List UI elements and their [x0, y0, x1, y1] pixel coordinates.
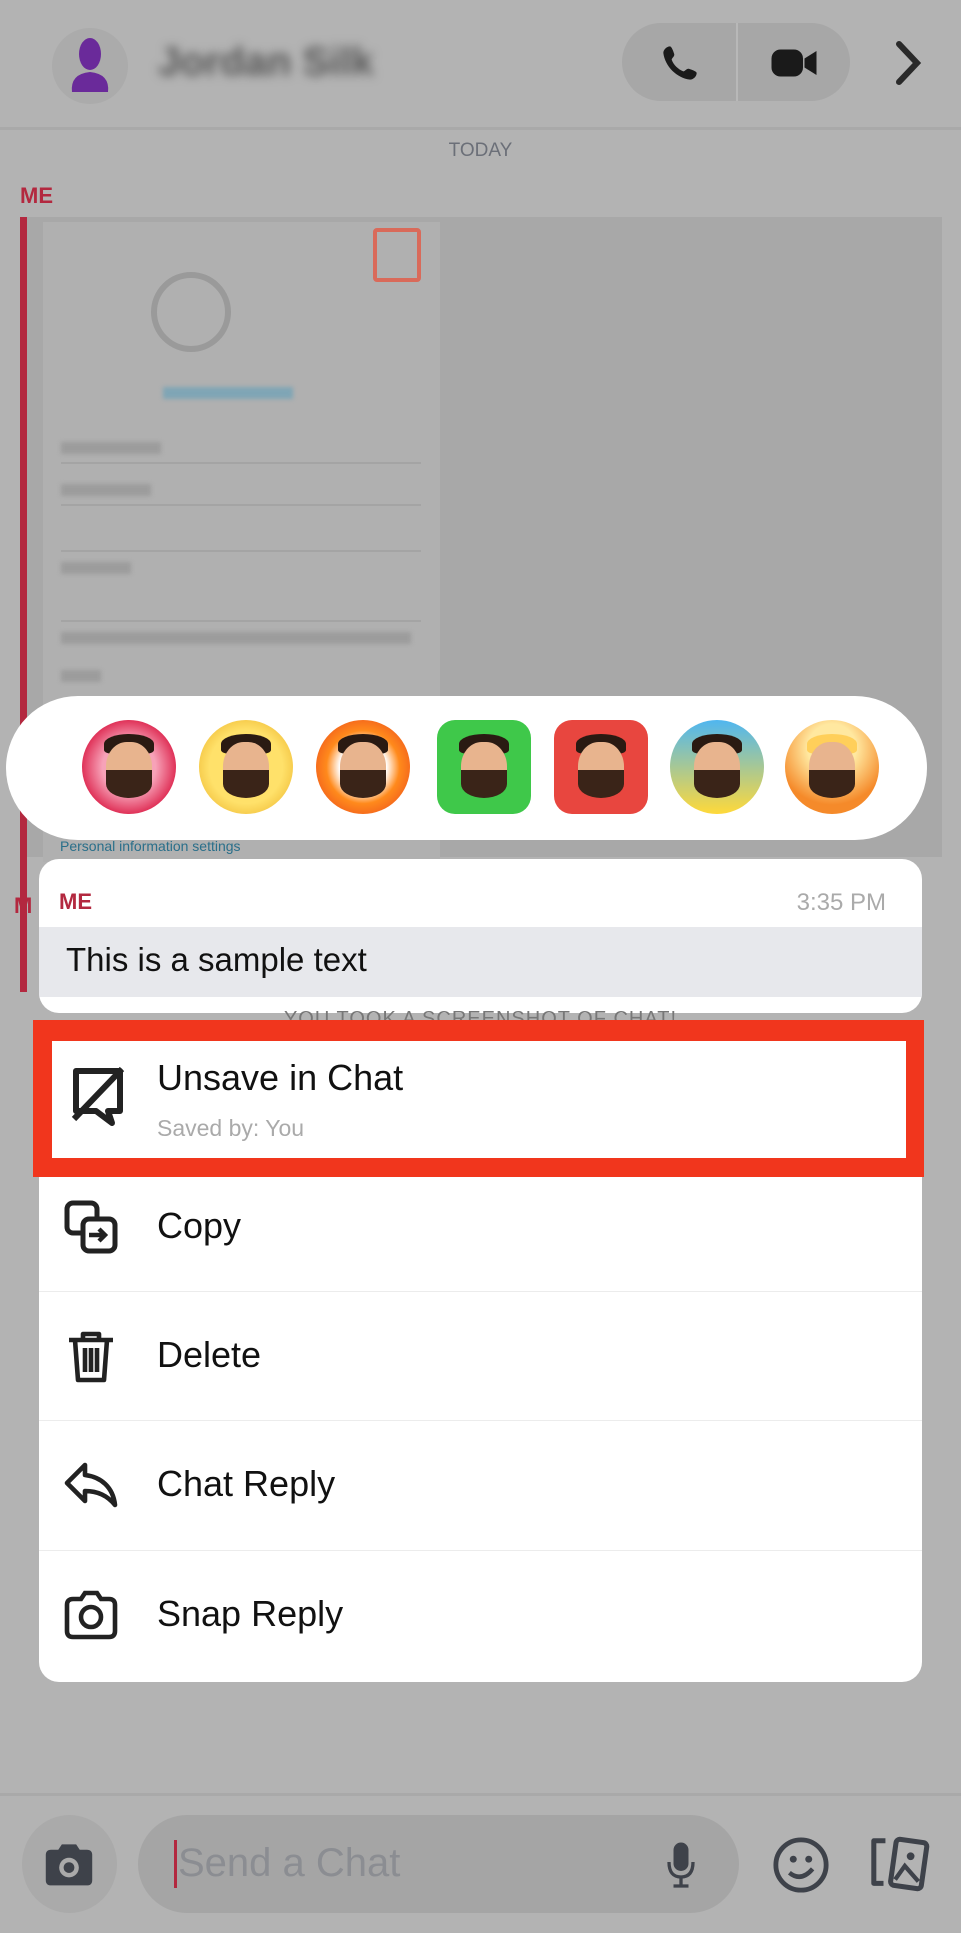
menu-item-delete[interactable]: Delete [39, 1291, 922, 1420]
chat-input-placeholder: Send a Chat [178, 1841, 401, 1885]
chat-input[interactable]: Send a Chat [138, 1815, 739, 1913]
divider [0, 1793, 961, 1796]
date-label: TODAY [448, 140, 513, 161]
menu-item-copy[interactable]: Copy [39, 1163, 922, 1292]
avatar[interactable] [52, 28, 128, 104]
message-time: 3:35 PM [796, 889, 886, 916]
emoji-icon[interactable] [772, 1836, 830, 1894]
contact-name[interactable]: Jordan Silk [158, 40, 374, 85]
call-buttons [622, 23, 850, 101]
reaction-fire[interactable] [316, 720, 410, 814]
message-text: This is a sample text [66, 941, 367, 978]
screenshot-caption: Personal information settings [60, 838, 241, 854]
copy-icon [64, 1200, 118, 1254]
menu-item-snap-reply[interactable]: Snap Reply [39, 1550, 922, 1679]
message-body: This is a sample text [39, 927, 922, 997]
reaction-crying[interactable] [670, 720, 764, 814]
sender-label: ME [20, 183, 53, 208]
reaction-mind-blown[interactable] [785, 720, 879, 814]
microphone-icon[interactable] [666, 1841, 696, 1889]
delete-label: Delete [157, 1334, 262, 1375]
unsave-icon [71, 1066, 125, 1126]
phone-icon[interactable] [660, 43, 700, 83]
reaction-heart[interactable] [82, 720, 176, 814]
reaction-bar [6, 696, 927, 840]
avatar-icon [71, 38, 109, 92]
selected-message-card: ME 3:35 PM This is a sample text [39, 859, 922, 1013]
reaction-thumbs-down[interactable] [554, 720, 648, 814]
menu-item-unsave-in-chat[interactable]: Unsave in Chat Saved by: You [52, 1041, 906, 1158]
message-bar [20, 217, 27, 992]
snap-reply-label: Snap Reply [157, 1593, 344, 1634]
message-sender: ME [59, 889, 92, 914]
reply-icon [64, 1462, 118, 1508]
camera-icon [45, 1844, 93, 1886]
stickers-cards-icon[interactable] [868, 1832, 930, 1896]
trash-icon [69, 1331, 113, 1383]
video-icon[interactable] [770, 45, 818, 81]
text-cursor [174, 1840, 177, 1888]
chevron-right-icon[interactable] [893, 40, 923, 86]
reaction-thumbs-up[interactable] [437, 720, 531, 814]
reaction-laughing[interactable] [199, 720, 293, 814]
camera-icon [64, 1590, 118, 1640]
menu-item-chat-reply[interactable]: Chat Reply [39, 1420, 922, 1549]
chat-reply-label: Chat Reply [157, 1463, 336, 1504]
unsave-label: Unsave in Chat [157, 1057, 404, 1098]
sender-label-partial: M [14, 893, 33, 918]
chat-header: Jordan Silk [0, 0, 961, 130]
saved-by-label: Saved by: You [157, 1115, 305, 1141]
copy-label: Copy [157, 1205, 242, 1246]
camera-button[interactable] [22, 1815, 117, 1913]
